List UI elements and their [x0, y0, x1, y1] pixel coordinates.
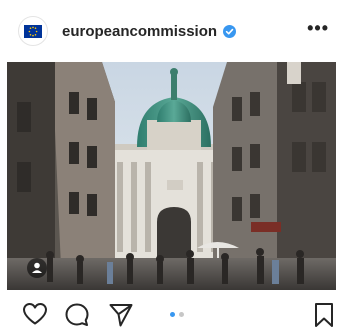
- post-header: europeancommission •••: [0, 0, 343, 62]
- person-tag-icon[interactable]: [27, 258, 47, 278]
- bookmark-icon[interactable]: [314, 302, 334, 333]
- eu-flag-icon: [24, 24, 42, 38]
- carousel-indicator: [170, 312, 184, 317]
- post-photo[interactable]: [7, 62, 336, 290]
- post-actions-bar: [0, 296, 343, 334]
- more-options-button[interactable]: •••: [307, 19, 329, 43]
- carousel-dot-active: [170, 312, 175, 317]
- verified-badge-icon: [223, 24, 237, 38]
- heart-icon[interactable]: [22, 302, 48, 331]
- username[interactable]: europeancommission: [62, 23, 217, 40]
- comment-icon[interactable]: [64, 302, 90, 333]
- send-icon[interactable]: [108, 302, 134, 333]
- avatar[interactable]: [18, 16, 48, 46]
- carousel-dot: [179, 312, 184, 317]
- street-scene-image: [7, 62, 336, 290]
